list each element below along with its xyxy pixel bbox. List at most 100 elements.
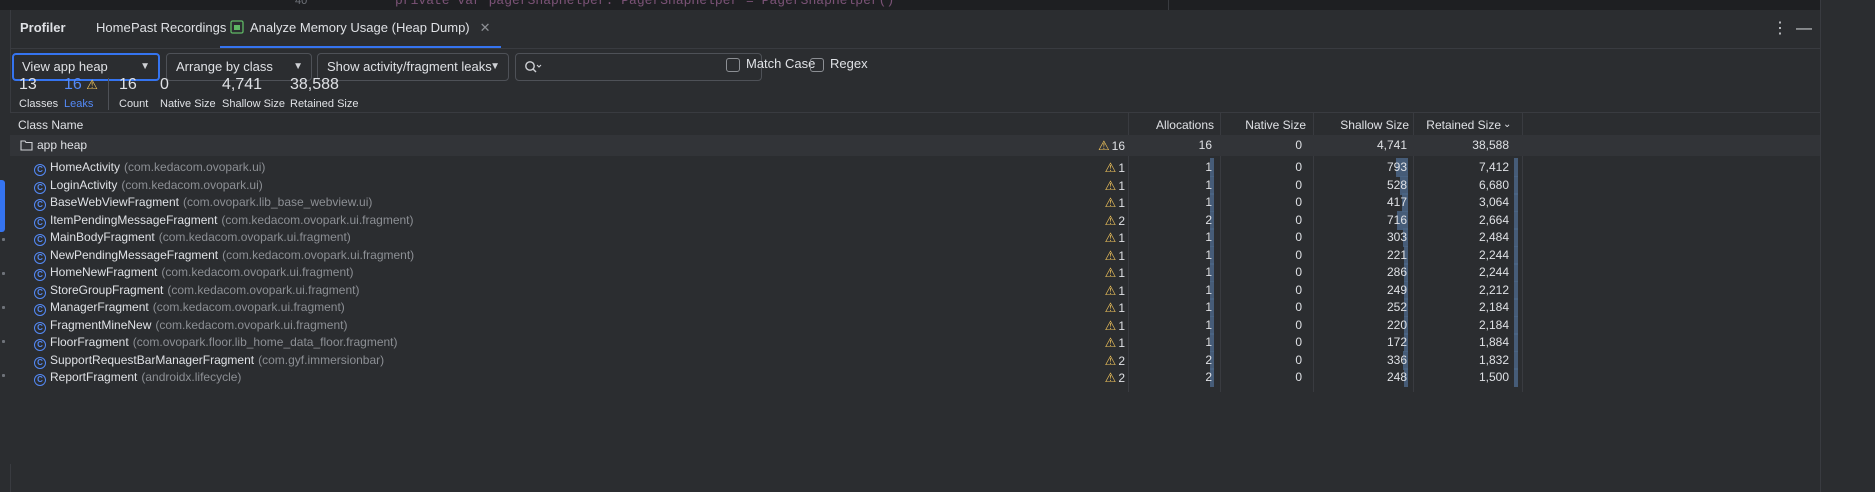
allocations-value: 16 xyxy=(1198,138,1212,152)
warning-icon: ⚠ xyxy=(1104,177,1117,193)
code-fragment: private var pagerSnapHelper: PagerSnapHe… xyxy=(395,0,895,8)
package-name: (com.kedacom.ovopark.ui) xyxy=(124,160,266,174)
class-name: NewPendingMessageFragment xyxy=(50,247,219,262)
match-case-label[interactable]: Match Case xyxy=(746,56,815,71)
package-name: (com.kedacom.ovopark.ui.fragment) xyxy=(221,212,414,227)
tool-dot[interactable] xyxy=(2,306,5,309)
package-name: (androidx.lifecycle) xyxy=(141,370,242,384)
stat-shallow-size: 4,741 Shallow Size xyxy=(222,76,285,110)
close-tab-icon[interactable]: ✕ xyxy=(480,20,491,35)
warning-icon: ⚠ xyxy=(1104,247,1117,263)
package-name: (com.kedacom.ovopark.ui.fragment) xyxy=(152,300,345,314)
warning-icon: ⚠ xyxy=(1104,160,1117,175)
package-name: (com.kedacom.ovopark.ui) xyxy=(121,177,263,192)
class-name: FragmentMineNew xyxy=(50,317,152,332)
editor-background: 40 private var pagerSnapHelper: PagerSna… xyxy=(0,0,1875,10)
col-class-name[interactable]: Class Name xyxy=(18,113,83,137)
tool-dot[interactable] xyxy=(2,272,5,275)
tab-analyze-memory[interactable]: Analyze Memory Usage (Heap Dump) ✕ xyxy=(220,10,501,48)
class-name: LoginActivity xyxy=(50,177,118,192)
tool-dot[interactable] xyxy=(2,340,5,343)
folder-icon xyxy=(20,137,33,158)
heap-dump-icon xyxy=(230,12,244,34)
warning-icon: ⚠ xyxy=(1104,300,1117,315)
active-tool-indicator[interactable] xyxy=(0,180,5,232)
col-retained-size[interactable]: Retained Size xyxy=(1413,113,1501,137)
class-name: HomeActivity xyxy=(50,160,121,174)
stats-divider xyxy=(108,78,109,110)
tab-past-recordings[interactable]: Past Recordings xyxy=(131,10,226,48)
right-tool-strip xyxy=(1820,0,1875,492)
regex-label[interactable]: Regex xyxy=(830,56,868,71)
class-name: BaseWebViewFragment xyxy=(50,195,179,209)
class-name: MainBodyFragment xyxy=(50,230,155,244)
warning-icon: ⚠ xyxy=(1104,265,1117,280)
table-row-root[interactable]: app heap ⚠ 16 16 0 4,741 38,588 xyxy=(10,135,1820,156)
stat-classes: 13 Classes xyxy=(19,76,59,110)
more-options-icon[interactable]: ⋮ xyxy=(1771,20,1789,38)
line-number: 40 xyxy=(295,0,308,7)
sort-descending-icon[interactable]: ⌄ xyxy=(1503,113,1511,137)
chevron-down-icon: ▼ xyxy=(490,61,500,72)
tab-bar: Profiler Home Past Recordings Analyze Me… xyxy=(10,10,1820,49)
warning-icon: ⚠ xyxy=(1104,370,1117,385)
warning-icon: ⚠ xyxy=(1097,138,1110,153)
package-name: (com.ovopark.floor.lib_home_data_floor.f… xyxy=(132,335,398,349)
native-size-value: 0 xyxy=(1295,370,1302,384)
warning-icon: ⚠ xyxy=(1104,195,1117,210)
col-shallow-size[interactable]: Shallow Size xyxy=(1313,113,1409,137)
tab-home[interactable]: Home xyxy=(96,10,131,48)
search-icon xyxy=(525,61,542,73)
leaks-select-value: Show activity/fragment leaks xyxy=(327,59,492,74)
package-name: (com.kedacom.ovopark.ui.fragment) xyxy=(167,282,360,297)
arrange-select-value: Arrange by class xyxy=(176,59,273,74)
tool-dot[interactable] xyxy=(2,374,5,377)
retained-size-bar xyxy=(1514,368,1518,387)
class-name: ItemPendingMessageFragment xyxy=(50,212,218,227)
class-name: SupportRequestBarManagerFragment xyxy=(50,352,255,367)
col-allocations[interactable]: Allocations xyxy=(1128,113,1214,137)
heap-select-value: View app heap xyxy=(22,59,108,74)
root-name: app heap xyxy=(37,138,88,152)
package-name: (com.ovopark.lib_base_webview.ui) xyxy=(182,195,373,209)
tab-analyze-memory-label: Analyze Memory Usage (Heap Dump) xyxy=(250,20,470,35)
package-name: (com.kedacom.ovopark.ui.fragment) xyxy=(155,317,348,332)
warning-icon: ⚠ xyxy=(86,77,98,92)
package-name: (com.kedacom.ovopark.ui.fragment) xyxy=(161,265,354,279)
minimize-icon[interactable]: — xyxy=(1795,20,1813,38)
profiler-panel: Profiler Home Past Recordings Analyze Me… xyxy=(10,10,1820,492)
package-name: (com.kedacom.ovopark.ui.fragment) xyxy=(158,230,351,244)
stat-native-size: 0 Native Size xyxy=(160,76,216,110)
leak-count: ⚠ 2 xyxy=(1104,370,1125,385)
stat-count: 16 Count xyxy=(119,76,149,110)
warning-icon: ⚠ xyxy=(1104,230,1117,245)
retained-size-value: 1,500 xyxy=(1478,370,1509,384)
editor-divider xyxy=(1168,0,1169,10)
search-input[interactable] xyxy=(515,53,762,81)
regex-checkbox[interactable] xyxy=(810,58,824,72)
table-row[interactable]: C ReportFragment (androidx.lifecycle) ⚠ 2 2 0 2… xyxy=(10,367,1820,388)
warning-icon: ⚠ xyxy=(1104,317,1117,333)
col-native-size[interactable]: Native Size xyxy=(1220,113,1306,137)
warning-icon: ⚠ xyxy=(1104,212,1117,228)
class-name: ManagerFragment xyxy=(50,300,149,314)
warning-icon: ⚠ xyxy=(1104,352,1117,368)
package-name: (com.kedacom.ovopark.ui.fragment) xyxy=(222,247,415,262)
tool-dot[interactable] xyxy=(2,238,5,241)
class-icon: C xyxy=(34,374,46,386)
stat-leaks[interactable]: 16 ⚠ Leaks xyxy=(64,76,100,112)
class-name: StoreGroupFragment xyxy=(50,282,164,297)
class-name: HomeNewFragment xyxy=(50,265,158,279)
class-name: ReportFragment xyxy=(50,370,138,384)
allocations-value: 2 xyxy=(1205,370,1212,384)
warning-icon: ⚠ xyxy=(1104,335,1117,350)
warning-icon: ⚠ xyxy=(1104,282,1117,298)
package-name: (com.gyf.immersionbar) xyxy=(258,352,385,367)
shallow-size-value: 4,741 xyxy=(1376,138,1407,152)
native-size-value: 0 xyxy=(1295,138,1302,152)
match-case-checkbox[interactable] xyxy=(726,58,740,72)
leak-count: ⚠ 16 xyxy=(1097,138,1125,153)
stat-retained-size: 38,588 Retained Size xyxy=(290,76,359,110)
class-name: FloorFragment xyxy=(50,335,129,349)
retained-size-value: 38,588 xyxy=(1472,138,1509,152)
